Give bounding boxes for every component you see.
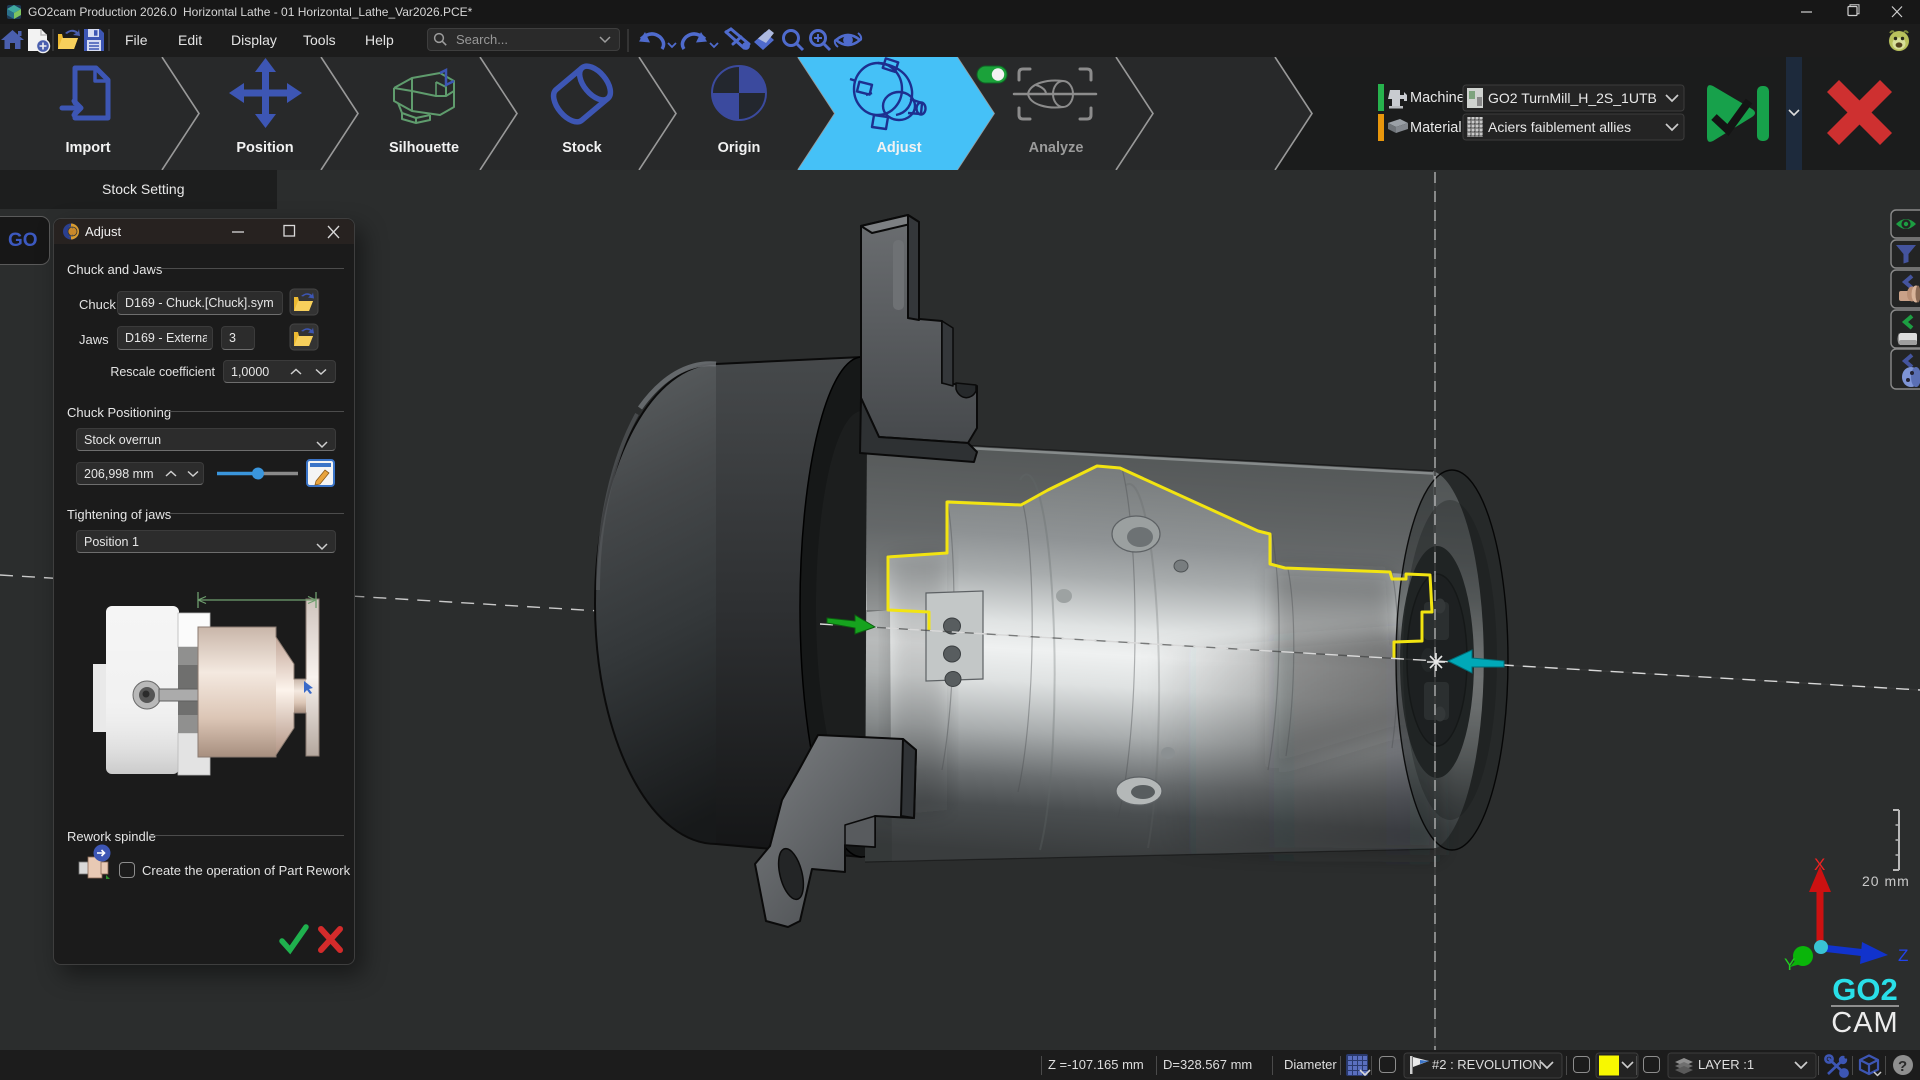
svg-text:X: X [1814, 855, 1825, 874]
svg-text:Y: Y [1784, 955, 1795, 974]
svg-text:Import: Import [65, 140, 110, 156]
svg-text:Machine: Machine [1410, 90, 1465, 106]
svg-text:Adjust: Adjust [876, 140, 921, 156]
svg-text:?: ? [1898, 1058, 1907, 1075]
svg-text:Stock: Stock [562, 140, 602, 156]
svg-text:GO2 TurnMill_H_2S_1UTB: GO2 TurnMill_H_2S_1UTB [1488, 90, 1657, 106]
svg-text:Analyze: Analyze [1029, 140, 1084, 156]
svg-text:Origin: Origin [718, 140, 761, 156]
svg-text:Position: Position [236, 140, 293, 156]
svg-text:GO2: GO2 [1832, 972, 1897, 1007]
svg-text:Material: Material [1410, 120, 1462, 136]
svg-text:20 mm: 20 mm [1862, 873, 1910, 889]
svg-text:Z: Z [1898, 946, 1908, 965]
svg-text:Aciers faiblement allies: Aciers faiblement allies [1488, 119, 1631, 135]
svg-text:Silhouette: Silhouette [389, 140, 459, 156]
svg-text:CAM: CAM [1831, 1007, 1898, 1039]
